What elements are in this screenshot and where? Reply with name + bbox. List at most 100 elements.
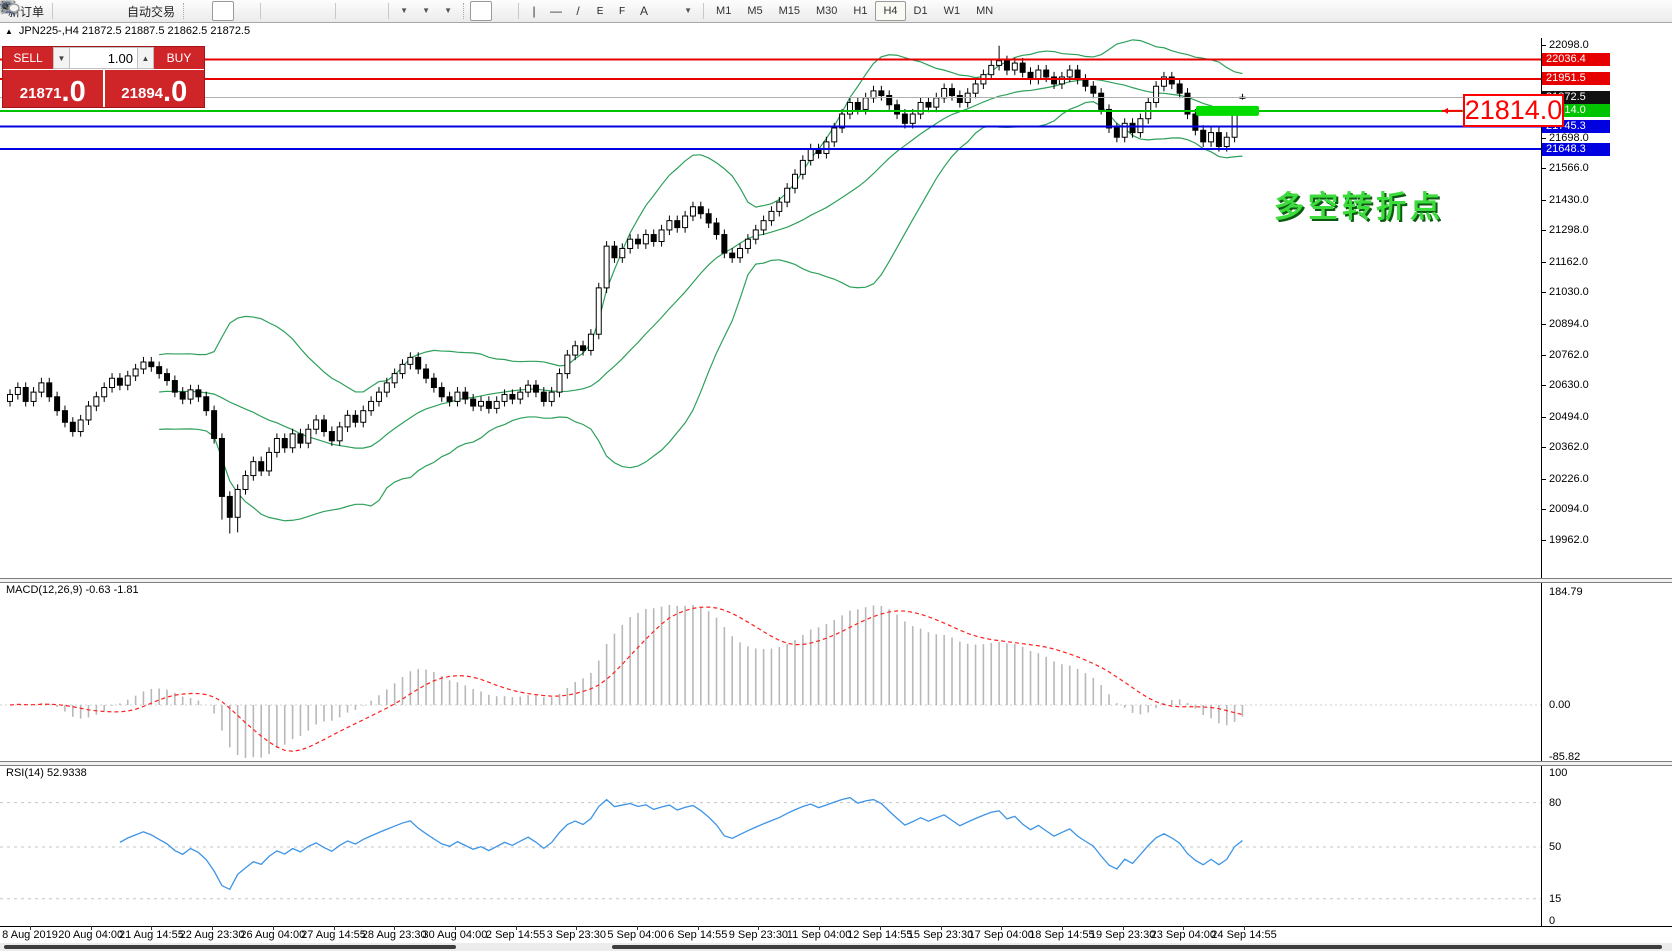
equidistant-channel-tool[interactable]: E [589, 1, 611, 21]
timeframe-w1[interactable]: W1 [936, 1, 969, 21]
scrollbar-segment[interactable] [612, 945, 1662, 949]
timeframe-d1[interactable]: D1 [906, 1, 936, 21]
price-axis-tick [1541, 324, 1546, 325]
price-axis-tick [1541, 230, 1546, 231]
price-axis-tick-label: 21030.0 [1549, 286, 1589, 298]
price-axis-tick-label: 21298.0 [1549, 224, 1589, 236]
buy-button[interactable]: BUY [154, 47, 204, 69]
volume-increase-button[interactable]: ▲ [137, 47, 154, 69]
line-chart-mode-button[interactable] [234, 1, 256, 21]
trendline-tool[interactable]: / [567, 1, 589, 21]
turning-point-annotation[interactable]: 多空转折点 [1274, 182, 1444, 226]
rsi-panel-splitter[interactable] [0, 761, 1672, 766]
price-axis-tick-label: 22098.0 [1549, 39, 1589, 51]
signals-button[interactable] [101, 1, 123, 21]
sell-price-frac: .0 [62, 81, 86, 104]
price-badge-21951.5: 21951.5 [1542, 72, 1610, 85]
macd-axis-label: 184.79 [1549, 586, 1583, 598]
time-axis-label: 9 Sep 23:30 [729, 929, 788, 941]
rsi-axis-label: 0 [1549, 915, 1555, 927]
bollinger-bands [159, 40, 1242, 521]
macd-signal-line [10, 607, 1242, 751]
macd-indicator-label: MACD(12,26,9) -0.63 -1.81 [6, 584, 139, 596]
timeframe-m15[interactable]: M15 [771, 1, 808, 21]
timeframe-h1[interactable]: H1 [845, 1, 875, 21]
price-axis-tick [1541, 168, 1546, 169]
macd-panel-splitter[interactable] [0, 578, 1672, 583]
price-axis-tick-label: 20362.0 [1549, 441, 1589, 453]
timeframe-m30[interactable]: M30 [808, 1, 845, 21]
crosshair-tool-button[interactable] [492, 1, 514, 21]
chart-shift-button[interactable] [362, 1, 384, 21]
price-axis-tick-label: 20094.0 [1549, 503, 1589, 515]
horizontal-line-tool[interactable]: — [545, 1, 567, 21]
scrollbar-segment[interactable] [4, 945, 456, 949]
tile-windows-button[interactable] [309, 1, 331, 21]
auto-scroll-button[interactable] [340, 1, 362, 21]
rsi-axis-label: 100 [1549, 767, 1567, 779]
price-callout-box[interactable]: 21814.0 [1463, 94, 1564, 127]
rsi-axis-label: 80 [1549, 797, 1561, 809]
timeframe-m1[interactable]: M1 [708, 1, 739, 21]
price-axis-tick [1541, 417, 1546, 418]
toolbar-grip[interactable] [463, 3, 466, 19]
toolbar-separator [518, 3, 519, 19]
new-order-label: 新订单 [8, 3, 44, 20]
time-axis-label: 28 Aug 23:30 [362, 929, 427, 941]
text-label-tool[interactable]: T [655, 1, 677, 21]
text-tool[interactable]: A [633, 1, 655, 21]
toolbar-grip[interactable] [183, 3, 186, 19]
toolbar-separator [260, 3, 261, 19]
toolbar-separator [335, 3, 336, 19]
horizontal-line-icon: — [550, 5, 562, 17]
highlight-bar[interactable] [1196, 106, 1259, 116]
sell-button[interactable]: SELL [3, 47, 53, 69]
toolbar-separator [388, 3, 389, 19]
time-axis-label: 23 Sep 04:00 [1151, 929, 1216, 941]
sell-price-button[interactable]: 21871 .0 [3, 70, 103, 107]
timeframe-mn[interactable]: MN [968, 1, 1001, 21]
new-order-button[interactable]: 新订单 [4, 1, 48, 21]
vertical-line-tool[interactable]: | [523, 1, 545, 21]
zoom-out-button[interactable] [287, 1, 309, 21]
price-axis-tick [1541, 200, 1546, 201]
auto-trading-button[interactable]: 自动交易 [123, 1, 179, 21]
new-chart-dropdown[interactable]: ▼ [393, 1, 415, 21]
symbol-quote-text: JPN225-,H4 21872.5 21887.5 21862.5 21872… [19, 25, 250, 37]
price-axis-tick [1541, 355, 1546, 356]
candle-chart-mode-button[interactable] [212, 1, 234, 21]
timeframe-m5[interactable]: M5 [739, 1, 770, 21]
chart-canvas[interactable] [0, 0, 1672, 951]
bar-chart-mode-button[interactable] [190, 1, 212, 21]
auto-trading-label: 自动交易 [127, 3, 175, 20]
price-badge-22036.4: 22036.4 [1542, 53, 1610, 66]
market-watch-button[interactable] [57, 1, 79, 21]
terminal-button[interactable] [79, 1, 101, 21]
price-axis-tick [1541, 45, 1546, 46]
dropdown-caret-icon: ▼ [444, 7, 452, 15]
dropdown-caret-icon: ▼ [422, 7, 430, 15]
panel-collapse-arrow-icon[interactable]: ▲ [5, 27, 13, 36]
fibonacci-tool[interactable]: F [611, 1, 633, 21]
time-axis-label: 19 Sep 23:30 [1090, 929, 1155, 941]
price-axis-tick [1541, 540, 1546, 541]
price-axis-tick [1541, 509, 1546, 510]
arrows-dropdown[interactable]: ▼ [677, 1, 699, 21]
time-axis-label: 18 Sep 14:55 [1029, 929, 1094, 941]
volume-input[interactable] [70, 47, 137, 69]
timeframe-h4[interactable]: H4 [875, 1, 905, 21]
zoom-in-button[interactable] [265, 1, 287, 21]
price-axis-tick-label: 21430.0 [1549, 194, 1589, 206]
price-axis-tick [1541, 292, 1546, 293]
price-axis-tick-label: 19962.0 [1549, 534, 1589, 546]
periods-dropdown[interactable]: ▼ [415, 1, 437, 21]
timeframe-toolbar: M1M5M15M30H1H4D1W1MN [708, 1, 1001, 21]
price-axis-tick-label: 20494.0 [1549, 411, 1589, 423]
rsi-indicator-label: RSI(14) 52.9338 [6, 767, 87, 779]
buy-price-button[interactable]: 21894 .0 [105, 70, 205, 107]
cursor-tool-button[interactable] [470, 1, 492, 21]
time-axis-label: 8 Aug 2019 [2, 929, 58, 941]
volume-decrease-button[interactable]: ▼ [53, 47, 70, 69]
time-axis-label: 22 Aug 23:30 [180, 929, 245, 941]
template-dropdown[interactable]: ▼ [437, 1, 459, 21]
